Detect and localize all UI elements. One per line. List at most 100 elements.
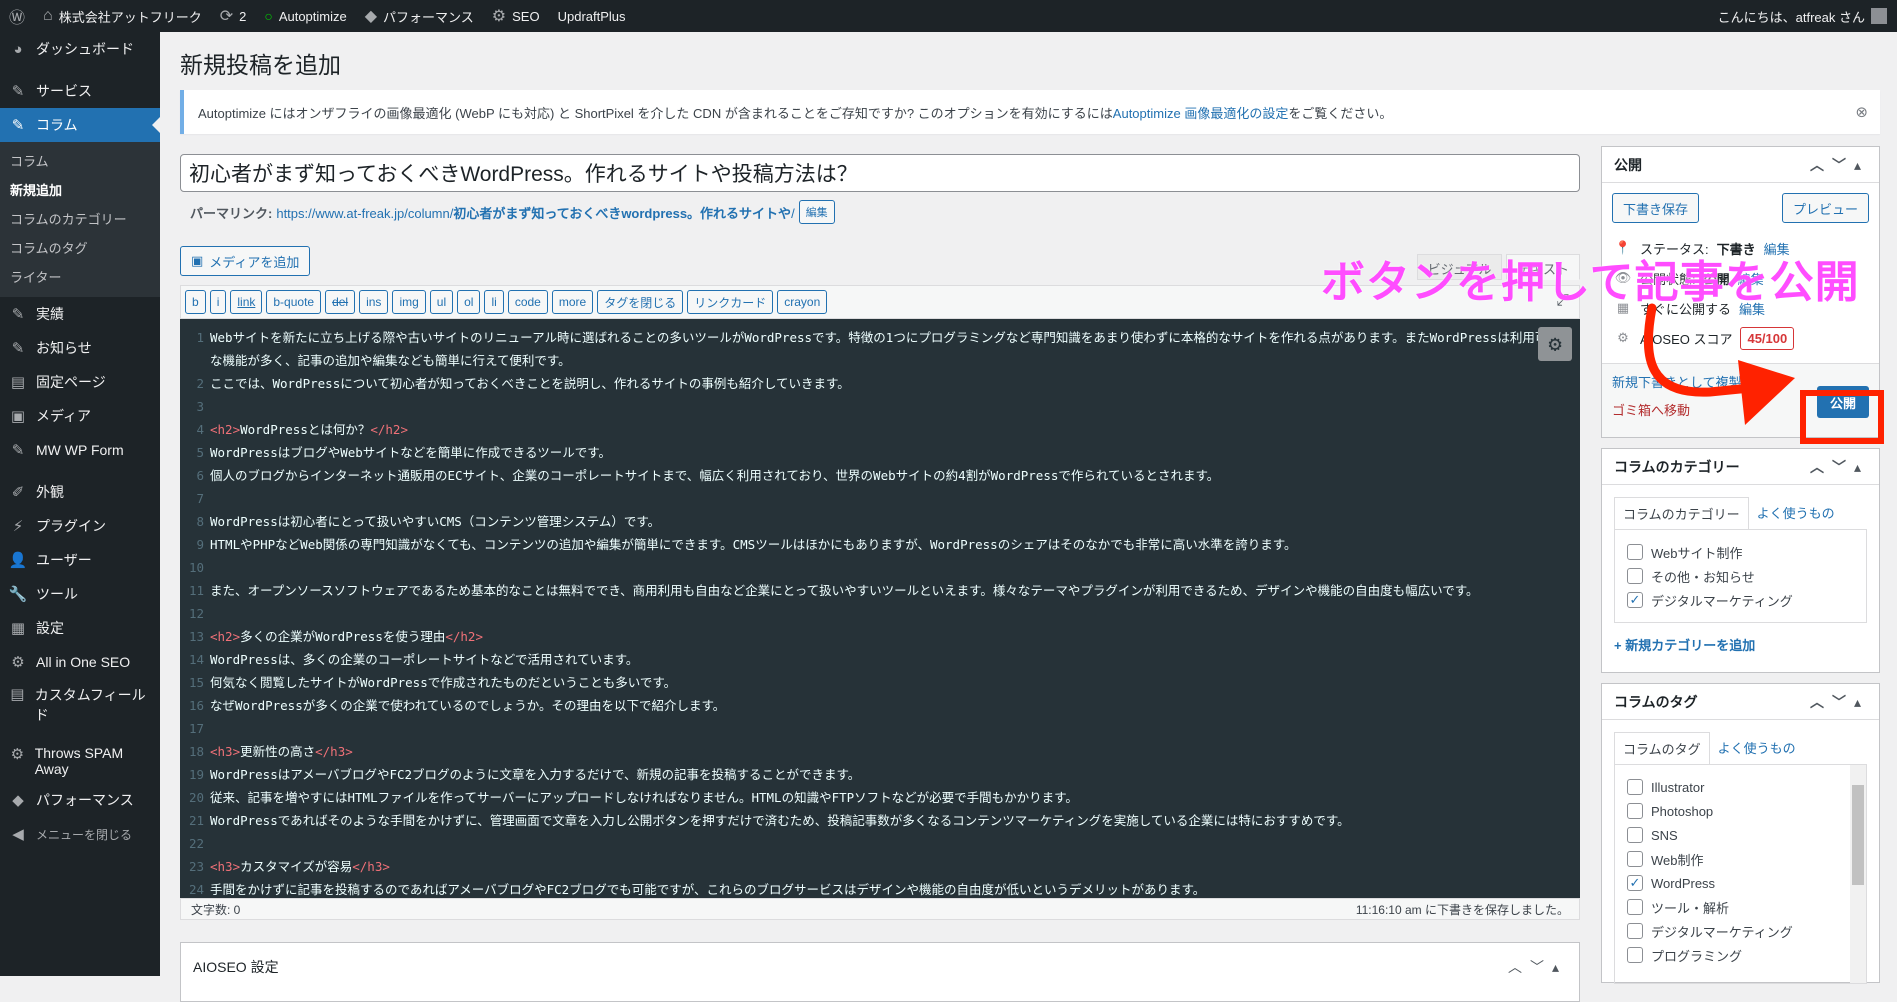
quicktag-more-button[interactable]: more [551,290,594,314]
sidebar-item[interactable]: ✎ サービス [0,74,160,108]
html-tag: <h3> [210,744,241,759]
line-text [210,556,1580,579]
dismiss-icon[interactable]: ⊗ [1855,103,1868,121]
box-controls[interactable]: ︿﹀▴ [1508,957,1567,977]
quicktag-リンクカード-button[interactable]: リンクカード [687,290,774,314]
brush-icon: ✐ [11,484,25,501]
categories-checkbox-item[interactable]: Webサイト制作 [1627,540,1854,564]
sidebar-item[interactable]: ✎ MW WP Form [0,433,160,467]
account-menu[interactable]: こんにちは、atfreak さん [1718,7,1897,26]
tab-all-tags[interactable]: コラムのタグ [1614,732,1710,765]
quicktag-li-button[interactable]: li [484,290,504,314]
tags-checkbox-item[interactable]: プログラミング [1627,943,1854,967]
autoptimize-link[interactable]: ○ Autoptimize [255,0,355,32]
quicktag-i-button[interactable]: i [209,290,227,314]
quicktag-ins-button[interactable]: ins [359,290,389,314]
sidebar-item[interactable]: 🔧 ツール [0,577,160,611]
add-media-button[interactable]: ▣ メディアを追加 [180,246,311,276]
submenu-item[interactable]: コラム [0,146,160,175]
quicktag-b-quote-button[interactable]: b-quote [266,290,322,314]
tab-popular-tags[interactable]: よく使うもの [1710,732,1804,764]
tags-checkbox-item[interactable]: デジタルマーケティング [1627,919,1854,943]
sidebar-item[interactable]: ⚙ All in One SEO [0,645,160,679]
line-number: 15 [188,675,204,690]
line-content: カスタマイズが容易 [240,859,353,874]
tab-all-categories[interactable]: コラムのカテゴリー [1614,497,1749,530]
scrollbar[interactable] [1850,765,1866,983]
checkbox[interactable] [1627,947,1643,963]
checkbox[interactable] [1627,779,1643,795]
add-category-link[interactable]: + 新規カテゴリーを追加 [1602,623,1879,672]
checkbox[interactable] [1627,851,1643,867]
sidebar-item[interactable]: ▣ メディア [0,399,160,433]
quicktag-code-button[interactable]: code [507,290,548,314]
sidebar-item[interactable]: ⚙ Throws SPAM Away [0,739,160,783]
html-tag: </h2> [445,629,483,644]
code-editor[interactable]: ⚙ 1 Webサイトを新たに立ち上げる際や古いサイトのリニューアル時に選ばれること… [180,319,1580,898]
updraftplus-link[interactable]: UpdraftPlus [549,0,635,32]
code-line: 13 <h2>多くの企業がWordPressを使う理由</h2> [180,625,1580,648]
submenu-item[interactable]: コラムのタグ [0,233,160,262]
sidebar-item[interactable]: ◆ パフォーマンス [0,783,160,817]
sidebar-item[interactable]: ✎ お知らせ [0,331,160,365]
wp-logo-button[interactable]: Ⓦ [0,0,34,32]
checkbox[interactable] [1627,544,1643,560]
categories-checkbox-item[interactable]: その他・お知らせ [1627,564,1854,588]
sidebar-item[interactable]: ▤ カスタムフィールド [0,679,160,731]
box-controls[interactable]: ︿﹀▴ [1810,692,1869,712]
sidebar-item[interactable]: ✐ 外観 [0,475,160,509]
save-draft-button[interactable]: 下書き保存 [1612,193,1700,223]
sidebar-item[interactable]: ✎ 実績 [0,297,160,331]
line-number: 14 [188,652,204,667]
site-name-link[interactable]: ⌂ 株式会社アットフリーク [34,0,211,32]
quicktag-crayon-button[interactable]: crayon [777,290,828,314]
tab-popular-categories[interactable]: よく使うもの [1749,497,1843,529]
box-controls[interactable]: ︿﹀▴ [1810,457,1869,477]
sidebar-item[interactable]: ◀ メニューを閉じる [0,817,160,851]
gear-icon[interactable]: ⚙ [1538,327,1572,361]
quicktag-タグを閉じる-button[interactable]: タグを閉じる [597,290,684,314]
submenu-item[interactable]: ライター [0,262,160,291]
preview-button[interactable]: プレビュー [1781,193,1869,223]
checkbox[interactable] [1627,899,1643,915]
updates-link[interactable]: ⟳ 2 [211,0,256,32]
categories-checkbox-item[interactable]: ✓ デジタルマーケティング [1627,588,1854,612]
tags-checkbox-item[interactable]: SNS [1627,823,1854,847]
performance-link[interactable]: ◆ パフォーマンス [356,0,483,32]
tags-checkbox-item[interactable]: Web制作 [1627,847,1854,871]
sidebar-item[interactable]: ▤ 固定ページ [0,365,160,399]
tags-checkbox-item[interactable]: Illustrator [1627,775,1854,799]
checkbox[interactable] [1627,923,1643,939]
box-controls[interactable]: ︿﹀▴ [1810,155,1869,175]
tags-checkbox-item[interactable]: ✓ WordPress [1627,871,1854,895]
line-number: 8 [196,514,204,529]
submenu-item[interactable]: コラムのカテゴリー [0,204,160,233]
quicktag-ol-button[interactable]: ol [457,290,481,314]
sidebar-item[interactable]: ▦ 設定 [0,611,160,645]
quicktag-del-button[interactable]: del [325,290,356,314]
line-number: 18 [188,744,204,759]
post-title-input[interactable]: 初心者がまず知っておくべきWordPress。作れるサイトや投稿方法は？ [180,154,1580,192]
tags-checkbox-item[interactable]: Photoshop [1627,799,1854,823]
checkbox[interactable]: ✓ [1627,875,1643,891]
sidebar-item[interactable]: 👤 ユーザー [0,543,160,577]
quicktag-link-button[interactable]: link [230,290,263,314]
checkbox[interactable] [1627,568,1643,584]
checkbox[interactable] [1627,827,1643,843]
checkbox[interactable]: ✓ [1627,592,1643,608]
notice-settings-link[interactable]: Autoptimize 画像最適化の設定 [1113,103,1289,122]
checkbox[interactable] [1627,803,1643,819]
checkbox-label: Illustrator [1651,779,1705,795]
sidebar-item[interactable]: ⚡ プラグイン [0,509,160,543]
sidebar-item[interactable]: ✎ コラム [0,108,160,142]
permalink-link[interactable]: https://www.at-freak.jp/column/初心者がまず知って… [276,203,794,222]
permalink-edit-button[interactable]: 編集 [798,200,835,224]
seo-link[interactable]: ⚙ SEO [483,0,549,32]
line-text: WordPressは、多くの企業のコーポレートサイトなどで活用されています。 [210,652,639,667]
sidebar-item[interactable]: ◕ ダッシュボード [0,32,160,66]
quicktag-b-button[interactable]: b [185,290,206,314]
quicktag-ul-button[interactable]: ul [429,290,454,314]
submenu-item[interactable]: 新規追加 [0,175,160,204]
quicktag-img-button[interactable]: img [392,290,426,314]
tags-checkbox-item[interactable]: ツール・解析 [1627,895,1854,919]
